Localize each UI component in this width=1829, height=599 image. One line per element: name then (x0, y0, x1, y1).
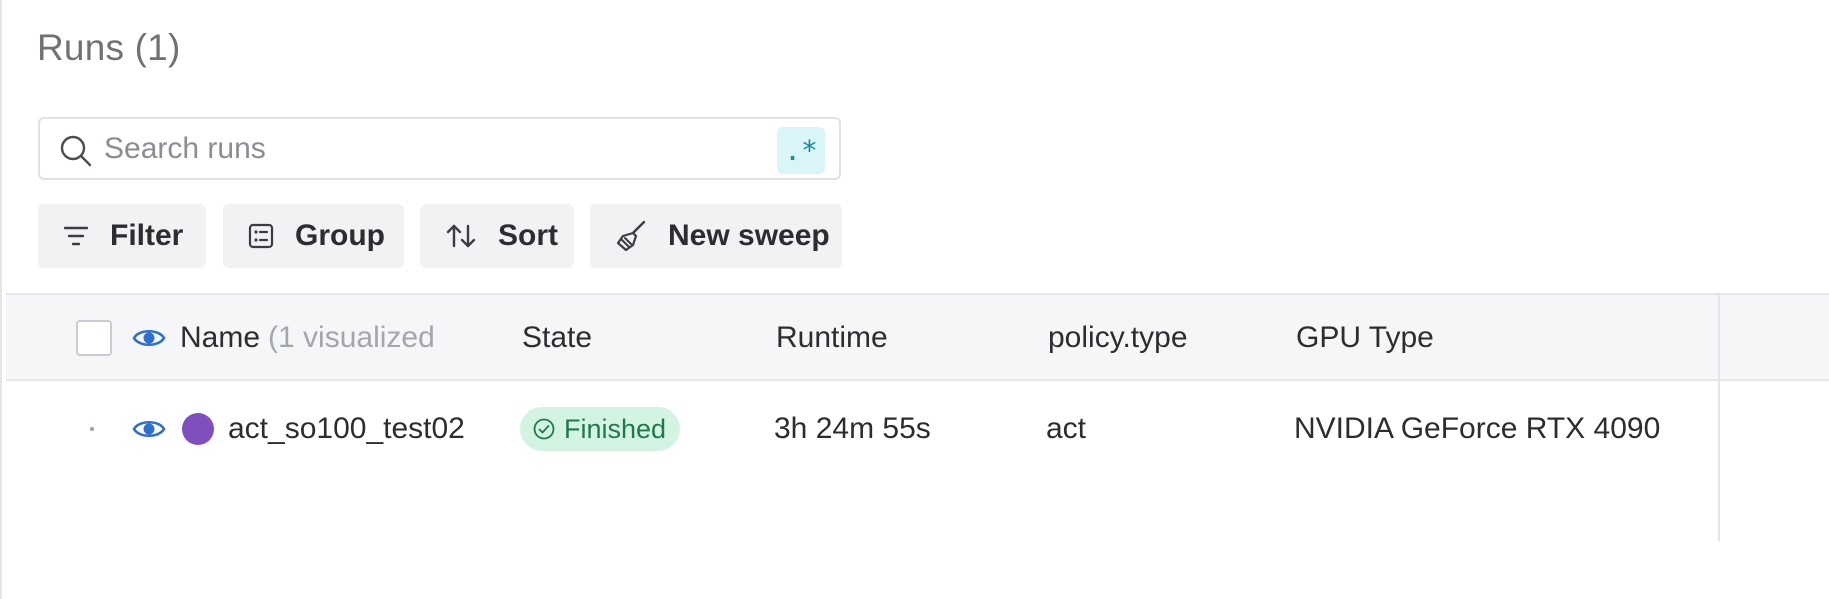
new-sweep-label: New sweep (668, 219, 830, 252)
column-header-policy-type[interactable]: policy.type (1048, 295, 1188, 381)
runtime-cell: 3h 24m 55s (774, 412, 931, 445)
eye-icon (132, 329, 166, 347)
check-circle-icon (533, 418, 555, 440)
status-badge: Finished (520, 407, 680, 451)
run-name-link[interactable]: act_so100_test02 (228, 381, 465, 477)
select-all-checkbox[interactable] (76, 320, 112, 356)
status-label: Finished (564, 413, 667, 444)
column-header-name[interactable]: Name (1 visualized (180, 295, 435, 381)
filter-icon (63, 226, 89, 246)
group-button[interactable]: Group (223, 204, 404, 268)
group-icon (248, 223, 274, 249)
eye-icon (132, 420, 166, 438)
sort-icon (446, 224, 476, 248)
table-header: Name (1 visualized State Runtime policy.… (6, 293, 1829, 383)
visibility-toggle-all[interactable] (132, 295, 166, 381)
sweep-icon (616, 220, 646, 252)
column-name-label: Name (180, 321, 261, 354)
column-divider (1718, 293, 1720, 541)
column-name-note: (1 visualized (268, 321, 435, 354)
search-box[interactable]: .* (38, 117, 841, 180)
table-row[interactable]: act_so100_test02 Finished 3h 24m 55s act… (6, 381, 1718, 477)
gpu-type-cell: NVIDIA GeForce RTX 4090 (1294, 412, 1661, 445)
policy-type-cell: act (1046, 412, 1087, 445)
search-icon (60, 135, 92, 167)
column-header-state[interactable]: State (522, 295, 592, 381)
column-header-runtime[interactable]: Runtime (776, 295, 888, 381)
runs-panel: Runs (1) .* Filter Group (0, 0, 1829, 599)
sort-button[interactable]: Sort (420, 204, 574, 268)
filter-button[interactable]: Filter (38, 204, 206, 268)
row-visibility-toggle[interactable] (132, 381, 166, 477)
row-handle[interactable] (90, 427, 94, 431)
column-header-gpu-type[interactable]: GPU Type (1296, 295, 1434, 381)
group-label: Group (295, 219, 385, 252)
search-input[interactable] (104, 127, 804, 171)
sort-label: Sort (498, 219, 558, 252)
filter-label: Filter (110, 219, 184, 252)
regex-toggle-button[interactable]: .* (777, 127, 825, 174)
new-sweep-button[interactable]: New sweep (590, 204, 842, 268)
run-color-swatch[interactable] (182, 413, 214, 445)
page-title: Runs (1) (37, 27, 181, 68)
